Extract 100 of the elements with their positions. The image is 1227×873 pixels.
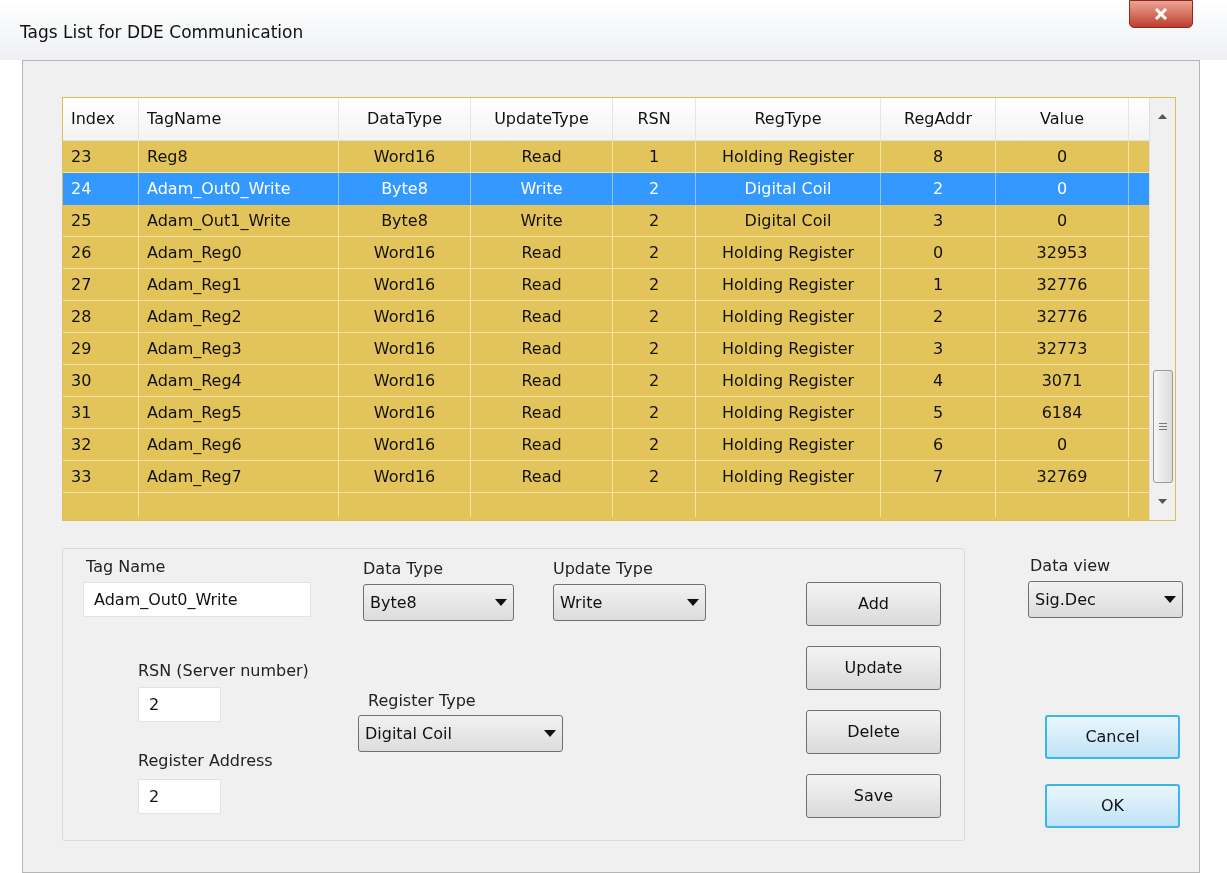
table-cell: 29	[63, 333, 139, 364]
table-cell: Digital Coil	[696, 173, 881, 204]
action-button[interactable]: Save	[806, 774, 941, 818]
table-cell: 3071	[996, 365, 1129, 396]
table-row[interactable]: 31 Adam_Reg5 Word16 Read 2 Holding Register 5 6184	[63, 397, 1149, 429]
table-cell: Word16	[339, 365, 471, 396]
table-cell: 0	[996, 429, 1129, 460]
table-cell: 1	[613, 141, 696, 172]
table-cell: Adam_Out1_Write	[139, 205, 339, 236]
action-button[interactable]: Update	[806, 646, 941, 690]
table-cell: 32769	[996, 461, 1129, 492]
table-cell: 2	[613, 429, 696, 460]
table-cell: 2	[881, 301, 996, 332]
table-row[interactable]: 32 Adam_Reg6 Word16 Read 2 Holding Register 6 0	[63, 429, 1149, 461]
table-cell: Read	[471, 397, 613, 428]
table-cell: Read	[471, 237, 613, 268]
register-type-dropdown[interactable]: Digital Coil	[358, 715, 563, 752]
register-address-field[interactable]: 2	[138, 779, 221, 814]
table-cell: Reg8	[139, 141, 339, 172]
column-header[interactable]: TagName	[139, 98, 339, 140]
table-cell: Read	[471, 429, 613, 460]
table-cell: Write	[471, 173, 613, 204]
table-cell: Read	[471, 269, 613, 300]
table-cell: 2	[881, 173, 996, 204]
action-button[interactable]: Delete	[806, 710, 941, 754]
table-cell: Write	[471, 205, 613, 236]
field-label: Register Type	[368, 690, 477, 712]
table-cell: Read	[471, 141, 613, 172]
table-cell: Word16	[339, 397, 471, 428]
table-row[interactable]: 23 Reg8 Word16 Read 1 Holding Register 8 0	[63, 141, 1149, 173]
table-cell: 2	[613, 333, 696, 364]
grip-icon	[1158, 423, 1167, 430]
table-cell: 6	[881, 429, 996, 460]
table-cell: Word16	[339, 141, 471, 172]
scroll-down-icon	[1158, 499, 1167, 504]
table-cell: 24	[63, 173, 139, 204]
dialog-button[interactable]: Cancel	[1045, 715, 1180, 759]
dropdown-caret-icon	[1164, 596, 1176, 603]
table-row[interactable]: 28 Adam_Reg2 Word16 Read 2 Holding Register 2 32776	[63, 301, 1149, 333]
table-cell: Adam_Reg1	[139, 269, 339, 300]
table-cell: 2	[613, 237, 696, 268]
table-cell: 8	[881, 141, 996, 172]
table-cell: 2	[613, 205, 696, 236]
column-header[interactable]: UpdateType	[471, 98, 613, 140]
table-cell: Digital Coil	[696, 205, 881, 236]
table-cell: Holding Register	[696, 237, 881, 268]
selected-value: Write	[560, 591, 603, 614]
column-header[interactable]: RegAddr	[881, 98, 996, 140]
table-cell: Word16	[339, 461, 471, 492]
column-header[interactable]: RSN	[613, 98, 696, 140]
column-header[interactable]: RegType	[696, 98, 881, 140]
table-cell: Adam_Out0_Write	[139, 173, 339, 204]
table-cell: 2	[613, 269, 696, 300]
close-button[interactable]	[1129, 0, 1193, 28]
vertical-scrollbar[interactable]	[1149, 98, 1175, 520]
column-header[interactable]: Value	[996, 98, 1129, 140]
table-cell: 3	[881, 333, 996, 364]
action-button[interactable]: Add	[806, 582, 941, 626]
window-title: Tags List for DDE Communication	[20, 21, 304, 44]
field-label: Data Type	[363, 558, 445, 580]
scrollbar-thumb[interactable]	[1152, 370, 1173, 483]
table-cell: 32776	[996, 269, 1129, 300]
table-cell: 3	[881, 205, 996, 236]
table-cell: 0	[881, 237, 996, 268]
table-cell: Adam_Reg6	[139, 429, 339, 460]
selected-value: Digital Coil	[365, 722, 452, 745]
table-cell: 32	[63, 429, 139, 460]
data-type-dropdown[interactable]: Byte8	[363, 584, 514, 621]
table-row[interactable]: 26 Adam_Reg0 Word16 Read 2 Holding Register 0 32953	[63, 237, 1149, 269]
table-row[interactable]: 29 Adam_Reg3 Word16 Read 2 Holding Register 3 32773	[63, 333, 1149, 365]
table-cell: 2	[613, 365, 696, 396]
table-row[interactable]: 27 Adam_Reg1 Word16 Read 2 Holding Register 1 32776	[63, 269, 1149, 301]
update-type-dropdown[interactable]: Write	[553, 584, 706, 621]
table-cell: Adam_Reg5	[139, 397, 339, 428]
table-cell: 2	[613, 301, 696, 332]
table-row[interactable]: 25 Adam_Out1_Write Byte8 Write 2 Digital Coil 3 0	[63, 205, 1149, 237]
table-cell: 32953	[996, 237, 1129, 268]
dialog-button[interactable]: OK	[1045, 784, 1180, 828]
column-header[interactable]: Index	[63, 98, 139, 140]
column-header[interactable]: DataType	[339, 98, 471, 140]
data-view-dropdown[interactable]: Sig.Dec	[1028, 581, 1183, 618]
table-cell: Holding Register	[696, 397, 881, 428]
table-cell: 28	[63, 301, 139, 332]
table-cell: Word16	[339, 237, 471, 268]
table-cell: 32776	[996, 301, 1129, 332]
table-row[interactable]: 30 Adam_Reg4 Word16 Read 2 Holding Register 4 3071	[63, 365, 1149, 397]
table-cell: Byte8	[339, 173, 471, 204]
table-cell: Adam_Reg3	[139, 333, 339, 364]
table-cell: 2	[613, 397, 696, 428]
table-cell: 27	[63, 269, 139, 300]
table-cell: Holding Register	[696, 365, 881, 396]
rsn-field[interactable]: 2	[138, 687, 221, 722]
table-cell: 23	[63, 141, 139, 172]
table-row[interactable]: 33 Adam_Reg7 Word16 Read 2 Holding Register 7 32769	[63, 461, 1149, 493]
table-cell: Holding Register	[696, 141, 881, 172]
tag-name-field[interactable]: Adam_Out0_Write	[83, 582, 311, 617]
table-cell: Word16	[339, 269, 471, 300]
field-label: Update Type	[553, 558, 654, 580]
table-cell: Read	[471, 365, 613, 396]
table-cell: 0	[996, 205, 1129, 236]
